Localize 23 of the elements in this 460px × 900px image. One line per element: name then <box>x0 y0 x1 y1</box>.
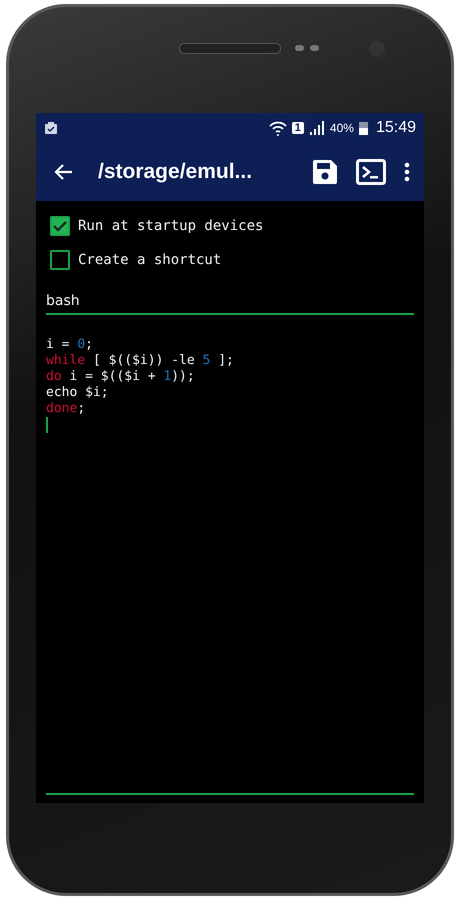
toolbar-title: /storage/emul... <box>98 160 254 184</box>
clock-time: 15:49 <box>376 119 416 137</box>
code-line: done; <box>46 401 86 417</box>
code-line: while [ $(($i)) -le 5 ]; <box>46 353 235 369</box>
clipboard-icon <box>44 121 58 135</box>
terminal-icon <box>356 159 386 185</box>
code-line: i = 0; <box>46 337 94 353</box>
checkbox[interactable] <box>50 250 70 270</box>
sim-indicator: 1 <box>292 122 304 134</box>
back-arrow-icon <box>54 163 74 181</box>
wifi-icon <box>268 120 287 136</box>
battery-percent: 40% <box>330 121 354 135</box>
code-line: echo $i; <box>46 385 110 401</box>
checkbox-label: Run at startup devices <box>78 218 264 234</box>
checkbox-label: Create a shortcut <box>78 252 222 268</box>
checkbox[interactable] <box>50 216 70 236</box>
sensor-icon <box>295 45 319 51</box>
shell-input-field[interactable]: bash <box>46 289 414 315</box>
code-line: do i = $(($i + 1)); <box>46 369 196 385</box>
more-icon <box>404 162 410 182</box>
signal-icon <box>308 121 325 135</box>
text-cursor <box>46 417 48 433</box>
battery-icon <box>358 121 368 135</box>
